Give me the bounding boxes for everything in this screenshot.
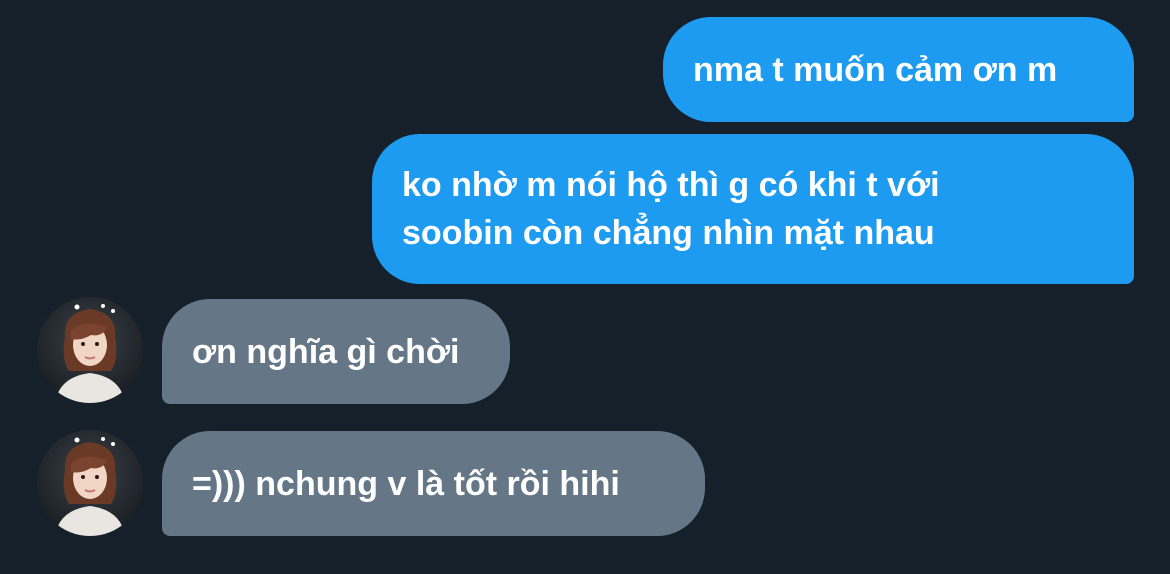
message-text: nma t muốn cảm ơn m xyxy=(693,50,1058,89)
profile-photo-icon xyxy=(37,297,143,403)
profile-photo-icon xyxy=(37,430,143,536)
contact-avatar[interactable] xyxy=(37,430,143,536)
message-text: =))) nchung v là tốt rồi hihi xyxy=(192,464,620,503)
conversation-view: { "colors": { "background": "#16202a", "… xyxy=(0,0,1170,574)
message-text: ơn nghĩa gì chời xyxy=(192,332,460,371)
sent-message-bubble[interactable]: ko nhờ m nói hộ thì g có khi t với soobi… xyxy=(372,134,1134,284)
sent-message-bubble[interactable]: nma t muốn cảm ơn m xyxy=(663,17,1134,122)
message-text: ko nhờ m nói hộ thì g có khi t với soobi… xyxy=(402,166,940,252)
contact-avatar[interactable] xyxy=(37,297,143,403)
received-message-bubble[interactable]: ơn nghĩa gì chời xyxy=(162,299,510,404)
received-message-bubble[interactable]: =))) nchung v là tốt rồi hihi xyxy=(162,431,705,536)
